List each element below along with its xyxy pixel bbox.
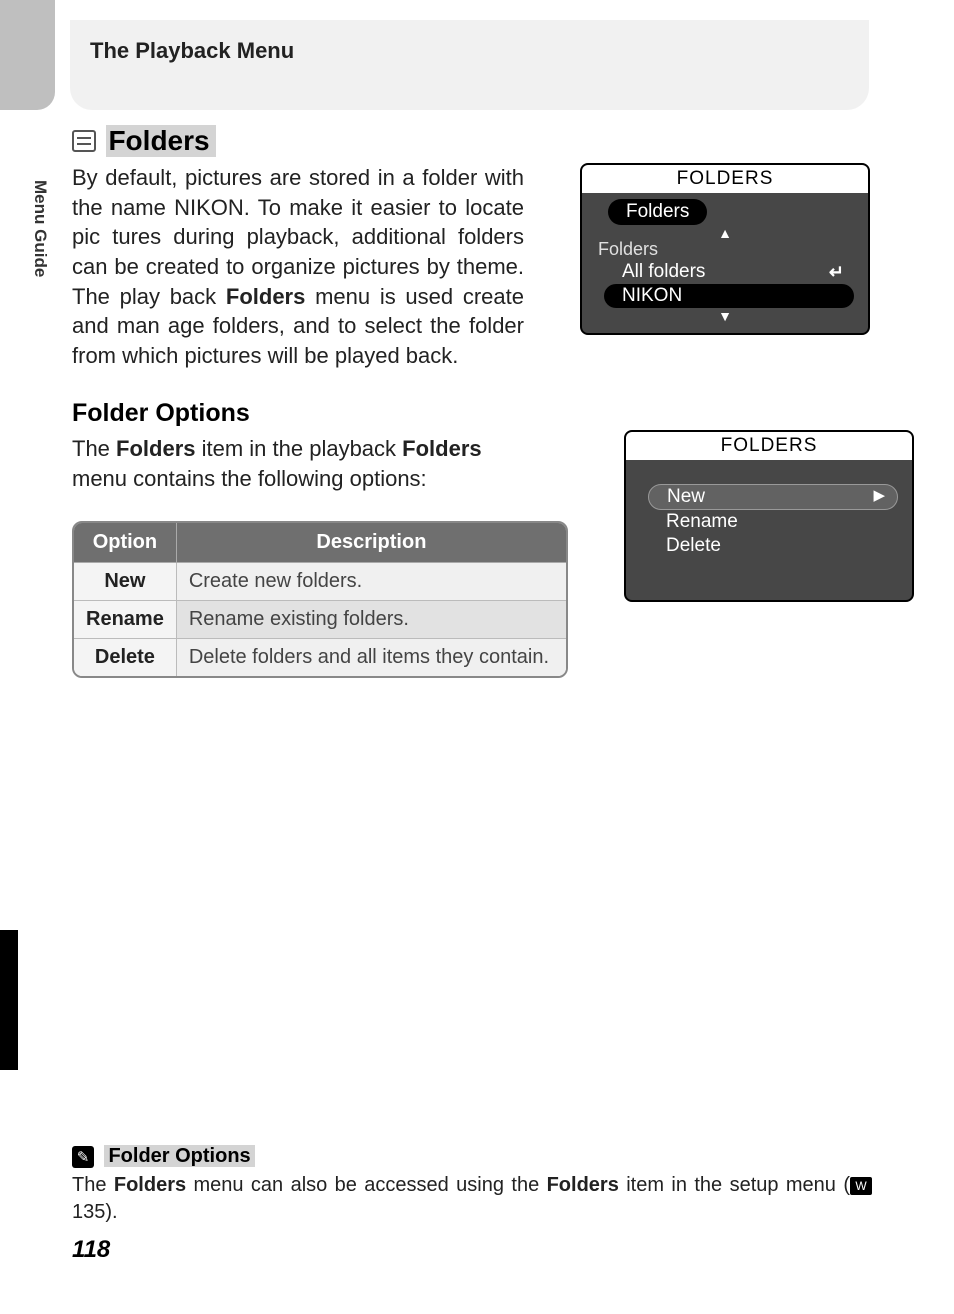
camera-option-rename[interactable]: Rename xyxy=(648,510,898,534)
sub-body-2: item in the playback xyxy=(196,436,403,461)
sub-body-1: Folders xyxy=(116,436,195,461)
chevron-right-icon: ▶ xyxy=(873,486,885,504)
table-cell-option: Rename xyxy=(74,601,177,639)
footer-block: ✎ Folder Options The Folders menu can al… xyxy=(72,1145,872,1264)
camera-screen-body: Folders ▲ Folders All folders ↵ NIKON ▼ xyxy=(582,193,868,333)
camera-option-new-label: New xyxy=(667,486,705,507)
table-row: New Create new folders. xyxy=(74,563,566,601)
camera-selected-pill[interactable]: Folders xyxy=(608,199,707,225)
tip-body-0: The xyxy=(72,1174,114,1196)
tip-heading: Folder Options xyxy=(104,1145,254,1167)
folder-options-body: The Folders item in the playback Folders… xyxy=(72,434,524,493)
table-header-row: Option Description xyxy=(74,523,566,563)
camera-sub-label: Folders xyxy=(596,239,854,260)
return-icon: ↵ xyxy=(829,262,844,283)
header-title: The Playback Menu xyxy=(90,38,869,64)
header-bar: The Playback Menu xyxy=(70,20,869,110)
camera-screen-body: New ▶ Rename Delete xyxy=(626,460,912,600)
table-row: Rename Rename existing folders. xyxy=(74,601,566,639)
camera-screen-title: FOLDERS xyxy=(582,165,868,193)
tip-body-2: menu can also be accessed using the xyxy=(186,1174,546,1196)
options-left-column: The Folders item in the playback Folders… xyxy=(72,430,568,678)
table-header-description: Description xyxy=(177,523,566,563)
page-side-marker xyxy=(0,930,18,1070)
camera-option-new[interactable]: New ▶ xyxy=(648,484,898,510)
main-content: Folders By default, pictures are stored … xyxy=(72,125,872,678)
tip-icon: ✎ xyxy=(72,1146,94,1168)
camera-screen-folders-list[interactable]: FOLDERS Folders ▲ Folders All folders ↵ … xyxy=(580,163,870,335)
camera-option-all-folders-label: All folders xyxy=(622,261,705,283)
tip-body-1: Folders xyxy=(114,1174,186,1196)
tip-body-3: Folders xyxy=(547,1174,619,1196)
intro-row: By default, pictures are stored in a fol… xyxy=(72,163,872,371)
table-cell-desc: Delete folders and all items they contai… xyxy=(177,639,566,676)
page-number: 118 xyxy=(72,1236,872,1264)
tip-body: The Folders menu can also be accessed us… xyxy=(72,1172,872,1226)
up-arrow-icon[interactable]: ▲ xyxy=(596,227,854,239)
sub-body-4: menu contains the following options: xyxy=(72,466,427,491)
table-header-option: Option xyxy=(74,523,177,563)
intro-part-1: Folders xyxy=(226,284,305,309)
folder-options-heading: Folder Options xyxy=(72,399,872,428)
down-arrow-icon[interactable]: ▼ xyxy=(596,310,854,322)
intro-text: By default, pictures are stored in a fol… xyxy=(72,163,524,371)
folder-options-table: Option Description New Create new folder… xyxy=(72,521,568,678)
camera-screen-title: FOLDERS xyxy=(626,432,912,460)
sub-body-3: Folders xyxy=(402,436,481,461)
camera-option-nikon[interactable]: NIKON xyxy=(604,284,854,308)
sub-body-0: The xyxy=(72,436,116,461)
playback-menu-icon xyxy=(72,130,96,152)
section-title: Folders xyxy=(106,125,215,157)
tip-heading-row: ✎ Folder Options xyxy=(72,1145,872,1168)
table-row: Delete Delete folders and all items they… xyxy=(74,639,566,676)
camera-screen-folder-options[interactable]: FOLDERS New ▶ Rename Delete xyxy=(624,430,914,602)
section-heading-row: Folders xyxy=(72,125,872,157)
table-cell-option: New xyxy=(74,563,177,601)
tip-body-4: item in the setup menu ( xyxy=(619,1174,850,1196)
camera-option-all-folders[interactable]: All folders ↵ xyxy=(604,260,854,284)
page-reference-icon: W xyxy=(850,1177,872,1195)
side-label: Menu Guide xyxy=(30,180,50,277)
camera-option-delete[interactable]: Delete xyxy=(648,534,898,558)
options-row: The Folders item in the playback Folders… xyxy=(72,430,872,678)
page-corner-tab xyxy=(0,0,55,110)
table-cell-desc: Rename existing folders. xyxy=(177,601,566,639)
tip-page-ref: 135). xyxy=(72,1201,118,1223)
table-cell-option: Delete xyxy=(74,639,177,676)
table-cell-desc: Create new folders. xyxy=(177,563,566,601)
